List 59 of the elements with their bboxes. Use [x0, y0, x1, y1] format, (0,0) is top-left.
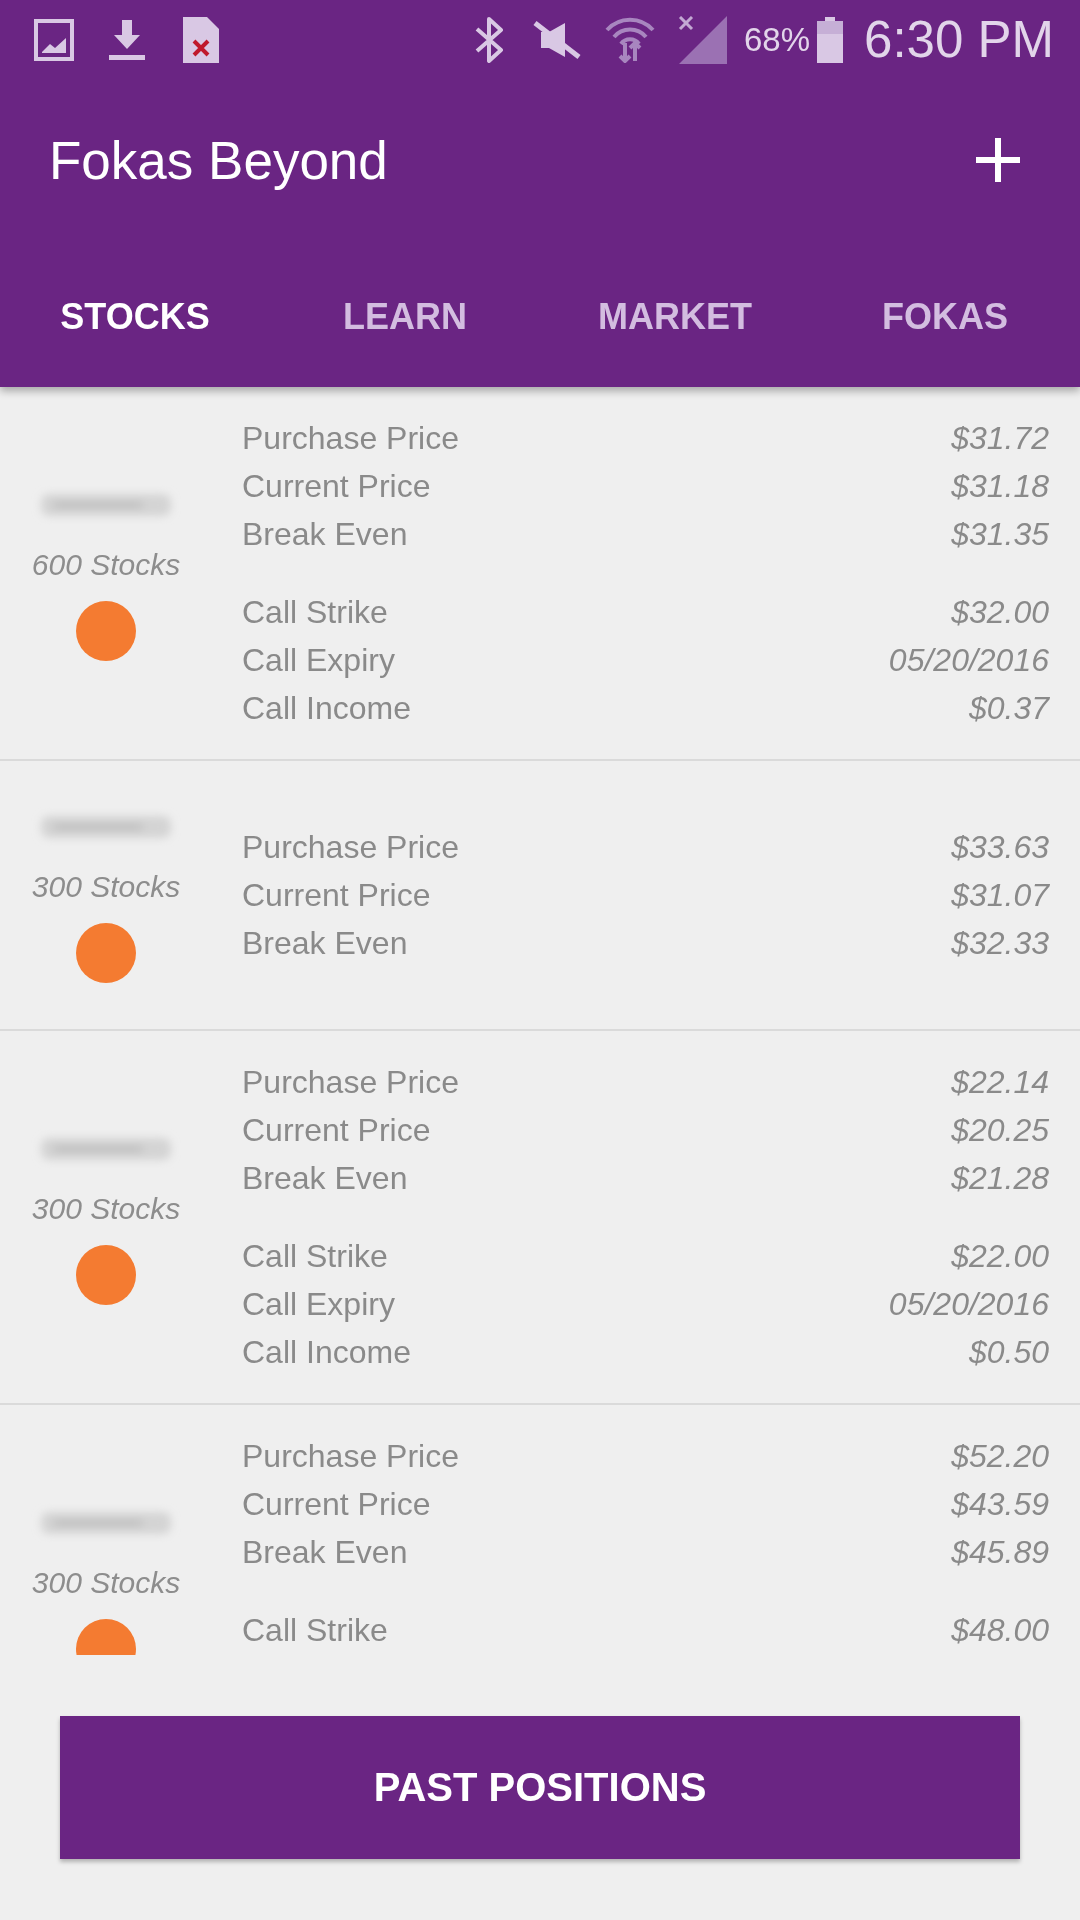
field-value: $0.50 — [968, 1333, 1049, 1371]
field-label: Call Expiry — [242, 1285, 395, 1323]
field-value: $20.25 — [951, 1111, 1049, 1149]
battery-percent: 68% — [744, 21, 811, 59]
field-value: $21.28 — [951, 1159, 1049, 1197]
bluetooth-icon — [473, 17, 505, 63]
field-value: 05/20/2016 — [888, 1285, 1049, 1323]
field-value: $22.00 — [951, 1237, 1049, 1275]
field-value: $52.20 — [951, 1437, 1049, 1475]
tab[interactable]: MARKET — [540, 279, 810, 354]
tab[interactable]: STOCKS — [0, 279, 270, 354]
battery-icon — [817, 17, 844, 63]
field-value: $0.37 — [968, 689, 1049, 727]
download-icon — [109, 20, 145, 60]
stock-quantity: 300 Stocks — [31, 1191, 181, 1227]
field-label: Current Price — [242, 1485, 431, 1523]
field-label: Purchase Price — [242, 1437, 459, 1475]
signal-icon — [677, 16, 727, 64]
field-value: $31.07 — [951, 876, 1049, 914]
field-value: $45.89 — [951, 1533, 1049, 1571]
tab[interactable]: FOKAS — [810, 279, 1080, 354]
past-positions-button[interactable]: PAST POSITIONS — [60, 1716, 1020, 1859]
field-value: $43.59 — [951, 1485, 1049, 1523]
field-value: 05/20/2016 — [888, 641, 1049, 679]
mute-icon — [533, 20, 581, 60]
field-value: $31.18 — [951, 467, 1049, 505]
field-label: Purchase Price — [242, 419, 459, 457]
field-label: Call Strike — [242, 593, 388, 631]
field-value: $33.63 — [951, 828, 1049, 866]
field-label: Call Income — [242, 1333, 411, 1371]
plus-icon[interactable] — [976, 138, 1020, 182]
field-value: $32.00 — [951, 593, 1049, 631]
tab[interactable]: LEARN — [270, 279, 540, 354]
field-label: Purchase Price — [242, 828, 459, 866]
field-label: Call Expiry — [242, 641, 395, 679]
field-value: $22.14 — [951, 1063, 1049, 1101]
field-label: Purchase Price — [242, 1063, 459, 1101]
stock-quantity: 300 Stocks — [31, 1565, 181, 1601]
field-value: $48.00 — [951, 1611, 1049, 1649]
field-label: Break Even — [242, 515, 408, 553]
field-label: Current Price — [242, 1111, 431, 1149]
field-label: Call Income — [242, 689, 411, 727]
clock-time: 6:30 PM — [864, 10, 1054, 70]
field-label: Break Even — [242, 1159, 408, 1197]
field-label: Break Even — [242, 924, 408, 962]
wifi-icon — [605, 17, 655, 63]
field-label: Break Even — [242, 1533, 408, 1571]
file-error-icon — [183, 17, 219, 63]
field-value: $31.72 — [951, 419, 1049, 457]
field-label: Current Price — [242, 876, 431, 914]
field-label: Call Strike — [242, 1611, 388, 1649]
gallery-icon — [34, 17, 74, 63]
field-label: Current Price — [242, 467, 431, 505]
stock-quantity: 600 Stocks — [31, 547, 181, 583]
stock-quantity: 300 Stocks — [31, 869, 181, 905]
field-label: Call Strike — [242, 1237, 388, 1275]
field-value: $32.33 — [951, 924, 1049, 962]
app-title: Fokas Beyond — [49, 129, 388, 191]
field-value: $31.35 — [951, 515, 1049, 553]
